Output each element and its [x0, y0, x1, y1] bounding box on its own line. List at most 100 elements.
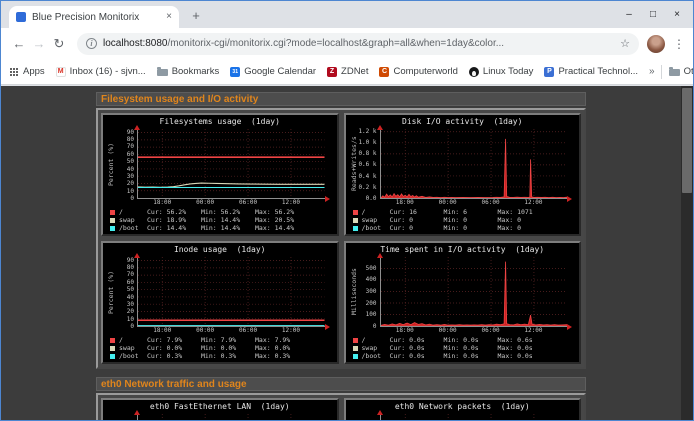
- folder-icon: [157, 69, 168, 76]
- y-tick-label: 80: [127, 137, 134, 143]
- legend-row: swapCur: 0.0sMin: 0.0sMax: 0.0s: [353, 344, 577, 352]
- legend-min: Min: 0.0s: [444, 344, 498, 352]
- plot-area: 18:0000:0006:0012:00: [137, 129, 325, 199]
- minimize-button[interactable]: –: [617, 9, 641, 21]
- page-content: Filesystem usage and I/O activity Filesy…: [1, 86, 681, 420]
- legend-label: /: [119, 208, 147, 216]
- y-tick-label: 40: [127, 295, 134, 301]
- x-axis-arrow-icon: [325, 324, 330, 330]
- page-scrollbar[interactable]: [681, 86, 693, 420]
- bookmark-linux-today[interactable]: Linux Today: [469, 66, 534, 77]
- legend-label: swap: [119, 216, 147, 224]
- x-tick-label: 00:00: [196, 199, 214, 207]
- browser-toolbar: ← → ↻ i localhost:8080/monitorix-cgi/mon…: [1, 28, 693, 59]
- y-tick-label: 90: [127, 130, 134, 136]
- graph-disk-io-activity[interactable]: Disk I/O activity (1day)Reads+Writes/s1.…: [344, 113, 582, 236]
- url-text[interactable]: localhost:8080/monitorix-cgi/monitorix.c…: [103, 38, 614, 49]
- legend-swatch-icon: [353, 354, 358, 359]
- graph-filesystems-usage[interactable]: Filesystems usage (1day)Percent (%)90807…: [101, 113, 339, 236]
- legend-min: Min: 0: [444, 224, 498, 232]
- tab-strip: Blue Precision Monitorix × + – □ ×: [1, 1, 693, 28]
- y-tick-label: 20: [127, 309, 134, 315]
- maximize-button[interactable]: □: [641, 9, 665, 21]
- graph-time-in-io[interactable]: Time spent in I/O activity (1day)Millise…: [344, 241, 582, 364]
- y-axis-arrow-icon: [134, 125, 140, 130]
- back-icon[interactable]: ←: [9, 36, 29, 51]
- bookmark-bookmarks-folder[interactable]: Bookmarks: [157, 66, 220, 77]
- bookmark-apps[interactable]: Apps: [9, 66, 45, 77]
- bookmark-star-icon[interactable]: ☆: [620, 37, 630, 50]
- scrollbar-thumb[interactable]: [682, 88, 692, 193]
- y-axis-arrow-icon: [377, 125, 383, 130]
- x-tick-label: 06:00: [482, 327, 500, 335]
- browser-tab[interactable]: Blue Precision Monitorix ×: [9, 6, 179, 28]
- legend-cur: Cur: 0.3%: [147, 352, 201, 360]
- y-tick-label: 0: [130, 196, 134, 202]
- legend-label: /boot: [362, 352, 390, 360]
- y-axis-label: Milliseconds: [349, 257, 359, 327]
- graph-legend: /Cur: 16Min: 6Max: 1071swapCur: 0Min: 0M…: [349, 208, 577, 232]
- bookmarks-overflow-icon[interactable]: »: [649, 66, 655, 77]
- legend-min: Min: 56.2%: [201, 208, 255, 216]
- section-title: Filesystem usage and I/O activity: [96, 92, 586, 106]
- section-title: eth0 Network traffic and usage: [96, 377, 586, 391]
- legend-cur: Cur: 56.2%: [147, 208, 201, 216]
- calendar-icon: 31: [230, 67, 240, 77]
- y-tick-label: 10: [127, 317, 134, 323]
- page-info-icon[interactable]: i: [86, 38, 97, 49]
- legend-label: /boot: [119, 352, 147, 360]
- tab-title: Blue Precision Monitorix: [32, 12, 162, 23]
- forward-icon[interactable]: →: [29, 36, 49, 51]
- y-tick-label: 70: [127, 144, 134, 150]
- bookmark-label: Bookmarks: [172, 66, 220, 77]
- legend-cur: Cur: 0: [390, 216, 444, 224]
- new-tab-button[interactable]: +: [187, 7, 205, 25]
- legend-swatch-icon: [110, 354, 115, 359]
- graph-legend: /Cur: 7.9%Min: 7.9%Max: 7.9%swapCur: 0.0…: [106, 336, 334, 360]
- bookmark-gmail-inbox[interactable]: M Inbox (16) - sjvn...: [56, 66, 146, 77]
- plot-area: [380, 414, 568, 420]
- reload-icon[interactable]: ↻: [49, 36, 69, 52]
- y-axis-ticks: 9080706050403020100: [116, 257, 137, 327]
- other-bookmarks-button[interactable]: Other bookmarks: [684, 66, 694, 77]
- graph-eth0-traffic[interactable]: eth0 FastEthernet LAN (1day)1.0: [101, 398, 339, 420]
- bookmark-google-calendar[interactable]: 31 Google Calendar: [230, 66, 316, 77]
- legend-cur: Cur: 0.0s: [390, 336, 444, 344]
- legend-row: /bootCur: 14.4%Min: 14.4%Max: 14.4%: [110, 224, 334, 232]
- profile-avatar[interactable]: [647, 35, 665, 53]
- bookmark-label: Computerworld: [393, 66, 457, 77]
- y-tick-label: 20: [127, 181, 134, 187]
- y-tick-label: 400: [366, 277, 377, 283]
- legend-label: /: [119, 336, 147, 344]
- bookmark-label: ZDNet: [341, 66, 368, 77]
- menu-icon[interactable]: ⋮: [673, 37, 685, 51]
- section-network: eth0 Network traffic and usage eth0 Fast…: [96, 377, 586, 420]
- y-tick-label: 0: [130, 324, 134, 330]
- close-button[interactable]: ×: [665, 9, 689, 21]
- plot-area: 18:0000:0006:0012:00: [137, 257, 325, 327]
- y-tick-label: 60: [127, 152, 134, 158]
- bookmark-zdnet[interactable]: Z ZDNet: [327, 66, 368, 77]
- x-tick-label: 06:00: [482, 199, 500, 207]
- bookmark-label: Apps: [23, 66, 45, 77]
- legend-swatch-icon: [353, 346, 358, 351]
- y-tick-label: 0.2 k: [358, 185, 376, 191]
- series-/: [381, 262, 568, 326]
- bookmark-practical-technology[interactable]: P Practical Technol...: [544, 66, 638, 77]
- y-axis-ticks: 9080706050403020100: [116, 129, 137, 199]
- graph-eth0-packets[interactable]: eth0 Network packets (1day)1.0: [344, 398, 582, 420]
- address-bar[interactable]: i localhost:8080/monitorix-cgi/monitorix…: [77, 33, 639, 55]
- graph-title: Filesystems usage (1day): [106, 117, 334, 127]
- y-tick-label: 40: [127, 167, 134, 173]
- graph-inode-usage[interactable]: Inode usage (1day)Percent (%)90807060504…: [101, 241, 339, 364]
- bookmark-computerworld[interactable]: C Computerworld: [379, 66, 457, 77]
- x-tick-label: 00:00: [439, 199, 457, 207]
- x-tick-label: 12:00: [282, 327, 300, 335]
- graphs-grid: eth0 FastEthernet LAN (1day)1.0 eth0 Net…: [96, 393, 586, 420]
- tab-close-icon[interactable]: ×: [166, 12, 172, 22]
- legend-swatch-icon: [353, 338, 358, 343]
- legend-min: Min: 14.4%: [201, 216, 255, 224]
- legend-cur: Cur: 0.0s: [390, 344, 444, 352]
- y-axis-arrow-icon: [134, 410, 140, 415]
- y-tick-label: 0.4 k: [358, 174, 376, 180]
